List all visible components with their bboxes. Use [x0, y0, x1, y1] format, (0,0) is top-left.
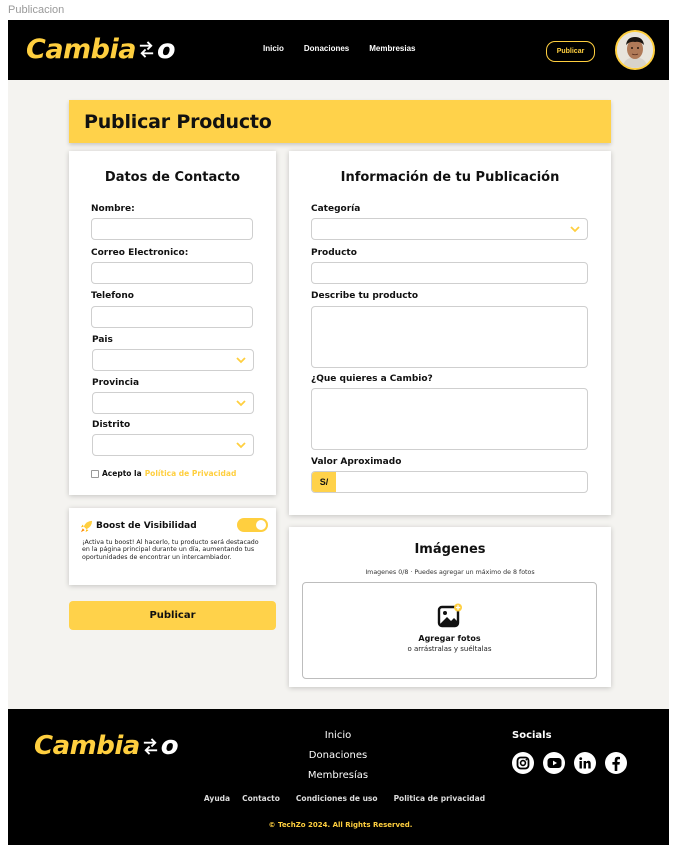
correo-label: Correo Electronico: — [91, 248, 189, 258]
title-banner: Publicar Producto — [69, 100, 611, 143]
pais-label: Pais — [92, 335, 113, 345]
nombre-label: Nombre: — [91, 204, 135, 214]
privacy-policy-link[interactable]: Política de Privacidad — [145, 469, 237, 478]
chevron-down-icon — [236, 442, 246, 449]
pais-select[interactable] — [92, 349, 254, 371]
main-nav: Inicio Donaciones Membresias — [263, 44, 415, 53]
logo-suffix: o — [156, 34, 176, 65]
privacy-checkbox[interactable] — [91, 469, 99, 478]
footer-logo-text: Cambia — [34, 731, 140, 761]
avatar[interactable] — [615, 30, 655, 70]
footer-link-contacto[interactable]: Contacto — [242, 794, 280, 803]
footer-logo-suffix: o — [160, 731, 179, 761]
socials-title: Socials — [512, 730, 552, 741]
footer-logo[interactable]: Cambia o — [34, 731, 179, 761]
copyright: © TechZo 2024. All Rights Reserved. — [268, 821, 413, 829]
distrito-select[interactable] — [92, 434, 254, 456]
toggle-knob — [256, 520, 266, 530]
footer-bottom-links: Ayuda Contacto Condiciones de uso Politi… — [8, 794, 669, 803]
header: Cambia o Inicio Donaciones Membresias Pu… — [8, 20, 669, 80]
nombre-input[interactable] — [91, 218, 253, 240]
images-note: Imagenes 0/8 · Puedes agregar un máximo … — [365, 569, 535, 576]
boost-description: ¡Activa tu boost! Al hacerlo, tu product… — [82, 539, 259, 561]
valor-input[interactable]: S/ — [311, 471, 588, 493]
dropzone-title: Agregar fotos — [418, 634, 481, 643]
privacy-consent: Acepto la Política de Privacidad — [91, 469, 236, 478]
exchange-arrows-icon — [143, 737, 157, 755]
youtube-icon[interactable] — [543, 752, 565, 774]
footer-link-condiciones[interactable]: Condiciones de uso — [296, 794, 378, 803]
producto-input[interactable] — [311, 262, 588, 284]
images-card: Imágenes Imagenes 0/8 · Puedes agregar u… — [289, 527, 611, 687]
page: Cambia o Inicio Donaciones Membresias Pu… — [8, 20, 669, 845]
facebook-icon[interactable] — [605, 752, 627, 774]
currency-prefix: S/ — [312, 472, 336, 492]
chevron-down-icon — [570, 226, 580, 233]
footer: Cambia o Inicio Donaciones Membresías So… — [8, 709, 669, 845]
footer-link-privacidad[interactable]: Politica de privacidad — [394, 794, 486, 803]
boost-title: Boost de Visibilidad — [96, 521, 197, 531]
contact-card: Datos de Contacto Nombre: Correo Electro… — [69, 151, 276, 495]
publication-info-card: Información de tu Publicación Categoría … — [289, 151, 611, 515]
nav-membresias[interactable]: Membresias — [369, 44, 415, 53]
social-icons — [512, 752, 627, 774]
logo-text: Cambia — [26, 34, 136, 65]
user-photo — [617, 32, 653, 68]
categoria-select[interactable] — [311, 218, 588, 240]
chevron-down-icon — [236, 400, 246, 407]
rocket-icon — [80, 520, 93, 533]
boost-card: Boost de Visibilidad ¡Activa tu boost! A… — [69, 508, 276, 585]
contact-title: Datos de Contacto — [104, 170, 241, 185]
footer-links: Inicio Donaciones Membresías — [278, 726, 398, 786]
instagram-icon[interactable] — [512, 752, 534, 774]
telefono-input[interactable] — [91, 306, 253, 328]
footer-link-inicio[interactable]: Inicio — [278, 726, 398, 746]
frame-label: Publicacion — [8, 4, 65, 16]
descripcion-textarea[interactable] — [311, 306, 588, 368]
valor-label: Valor Aproximado — [311, 457, 402, 467]
cambio-textarea[interactable] — [311, 388, 588, 450]
footer-link-membresias[interactable]: Membresías — [278, 766, 398, 786]
provincia-select[interactable] — [92, 392, 254, 414]
chevron-down-icon — [236, 357, 246, 364]
distrito-label: Distrito — [92, 420, 131, 430]
cambio-label: ¿Que quieres a Cambio? — [311, 374, 433, 384]
add-image-icon — [437, 603, 462, 628]
telefono-label: Telefono — [91, 291, 134, 301]
footer-link-ayuda[interactable]: Ayuda — [204, 794, 230, 803]
nav-inicio[interactable]: Inicio — [263, 44, 284, 53]
footer-link-donaciones[interactable]: Donaciones — [278, 746, 398, 766]
exchange-arrows-icon — [139, 41, 154, 58]
consent-text: Acepto la — [102, 469, 142, 478]
provincia-label: Provincia — [92, 378, 140, 388]
header-publish-button[interactable]: Publicar — [546, 41, 595, 62]
descripcion-label: Describe tu producto — [311, 291, 419, 301]
publish-submit-button[interactable]: Publicar — [69, 601, 276, 630]
boost-toggle[interactable] — [237, 518, 268, 532]
linkedin-icon[interactable] — [574, 752, 596, 774]
categoria-label: Categoría — [311, 204, 361, 214]
correo-input[interactable] — [91, 262, 253, 284]
images-title: Imágenes — [414, 542, 486, 557]
header-logo[interactable]: Cambia o — [26, 34, 176, 65]
dropzone-subtitle: o arrástralas y suéltalas — [407, 645, 492, 653]
info-title: Información de tu Publicación — [340, 170, 560, 185]
image-dropzone[interactable]: Agregar fotos o arrástralas y suéltalas — [302, 582, 597, 679]
page-title: Publicar Producto — [84, 111, 272, 133]
nav-donaciones[interactable]: Donaciones — [304, 44, 349, 53]
producto-label: Producto — [311, 248, 357, 258]
